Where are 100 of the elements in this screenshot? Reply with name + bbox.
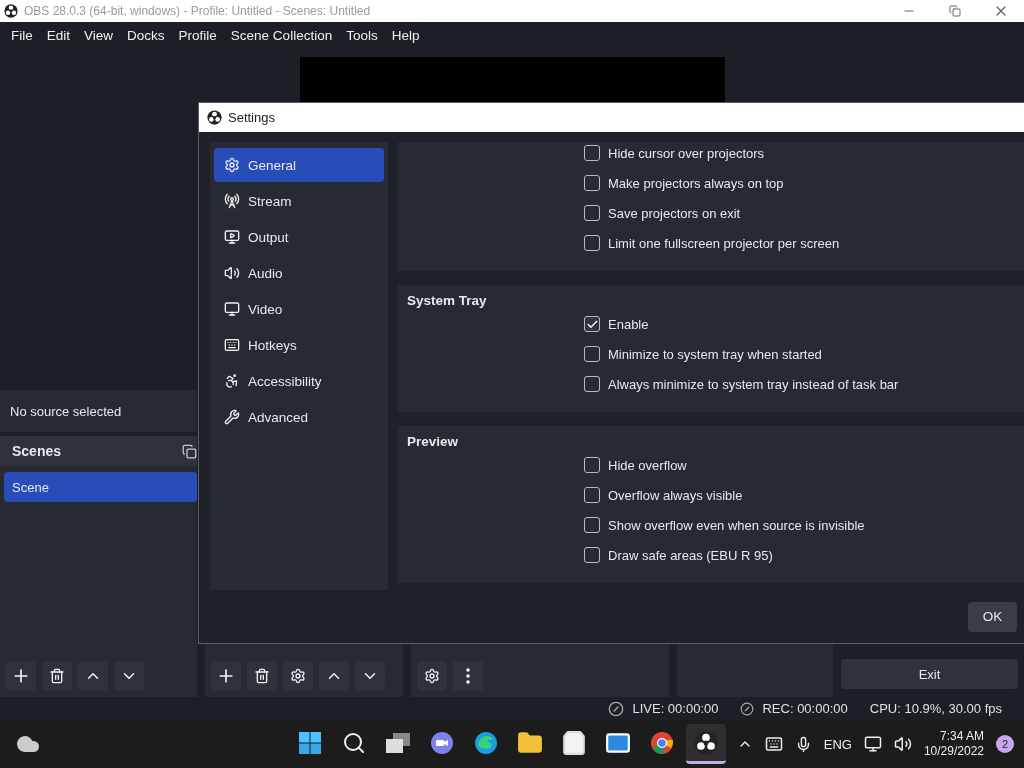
settings-button[interactable] <box>417 661 447 691</box>
option-label: Draw safe areas (EBU R 95) <box>608 547 773 563</box>
checkbox[interactable] <box>584 547 600 563</box>
undock-icon[interactable] <box>182 443 197 459</box>
screen-icon <box>224 229 240 245</box>
search-icon[interactable] <box>342 730 366 755</box>
menu-item[interactable]: Help <box>384 27 427 43</box>
nav-item[interactable]: Stream <box>214 184 384 218</box>
option-label: Limit one fullscreen projector per screen <box>608 235 840 251</box>
scene-item[interactable]: Scene <box>4 472 197 502</box>
option-label: Always minimize to system tray instead of task bar <box>608 376 899 392</box>
menu-item[interactable]: Scene Collection <box>223 27 340 43</box>
nav-item[interactable]: General <box>214 148 384 182</box>
checkbox[interactable] <box>584 517 600 533</box>
nav-item[interactable]: Audio <box>214 256 384 290</box>
browser-icon[interactable] <box>474 730 498 755</box>
checkbox[interactable] <box>584 145 600 161</box>
tools-icon <box>224 409 240 425</box>
nav-label: Accessibility <box>248 373 322 389</box>
language-indicator[interactable]: ENG <box>823 736 852 752</box>
add-button[interactable] <box>211 661 241 691</box>
nav-label: General <box>248 157 297 173</box>
keyboard-icon[interactable] <box>764 735 783 753</box>
option-label: Enable <box>608 316 649 332</box>
menu-item[interactable]: File <box>4 27 40 43</box>
monitor-icon <box>224 301 240 317</box>
gear-icon <box>290 668 306 684</box>
nav-item[interactable]: Output <box>214 220 384 254</box>
nav-item[interactable]: Accessibility <box>214 364 384 398</box>
move-down-button[interactable] <box>114 661 144 691</box>
option-label: Minimize to system tray when started <box>608 346 822 362</box>
chat-icon[interactable] <box>430 730 454 755</box>
option-label: Save projectors on exit <box>608 205 741 221</box>
group-title: Preview <box>406 434 460 450</box>
browser-icon[interactable] <box>650 730 674 755</box>
gear-icon <box>424 668 440 684</box>
nav-label: Audio <box>248 265 283 281</box>
trash-icon <box>254 668 270 684</box>
option-label: Overflow always visible <box>608 487 743 503</box>
clock-date[interactable]: 10/29/2022 <box>923 744 984 759</box>
restore-icon <box>949 5 961 17</box>
menu-item[interactable]: Edit <box>39 27 78 43</box>
menu-item[interactable]: Profile <box>171 27 224 43</box>
ok-button[interactable]: OK <box>968 601 1017 632</box>
checkbox[interactable] <box>584 175 600 191</box>
gear-icon <box>224 157 240 173</box>
nav-item[interactable]: Advanced <box>214 400 384 434</box>
settings-button[interactable] <box>283 661 313 691</box>
nav-item[interactable]: Video <box>214 292 384 326</box>
more-button[interactable] <box>453 661 483 691</box>
option-label: Show overflow even when source is invisible <box>608 517 865 533</box>
folder-icon[interactable] <box>517 729 543 756</box>
network-icon[interactable] <box>863 735 882 753</box>
source-status-text: No source selected <box>10 403 122 419</box>
menu-item[interactable]: Tools <box>339 27 385 43</box>
notification-badge[interactable]: 2 <box>996 735 1014 753</box>
menu-item[interactable]: Docks <box>120 27 172 43</box>
checkbox[interactable] <box>584 235 600 251</box>
live-time: LIVE: 00:00:00 <box>632 701 719 716</box>
windows-stack-icon[interactable] <box>385 731 411 754</box>
option-label: Hide cursor over projectors <box>608 145 765 161</box>
obs-logo-icon <box>4 4 18 18</box>
delete-button[interactable] <box>247 661 277 691</box>
option-label: Make projectors always on top <box>608 175 784 191</box>
option-label: Hide overflow <box>608 457 687 473</box>
window-title: OBS 28.0.3 (64-bit, windows) - Profile: Untitled - Scenes: Untitled <box>24 4 371 18</box>
checkbox[interactable] <box>584 487 600 503</box>
dialog-title: Settings <box>228 110 275 125</box>
nav-label: Hotkeys <box>248 337 297 353</box>
speaker-icon <box>224 265 240 281</box>
checkbox[interactable] <box>584 205 600 221</box>
move-down-button[interactable] <box>355 661 385 691</box>
add-button[interactable] <box>6 661 36 691</box>
rec-time: REC: 00:00:00 <box>762 701 848 716</box>
trash-icon <box>49 668 65 684</box>
checkbox[interactable] <box>584 457 600 473</box>
keyboard-icon <box>224 337 240 353</box>
cpu-stats: CPU: 10.9%, 30.00 fps <box>869 701 1002 716</box>
exit-button[interactable]: Exit <box>841 659 1018 689</box>
nav-label: Output <box>248 229 289 245</box>
delete-button[interactable] <box>42 661 72 691</box>
stream-off-icon <box>608 700 625 717</box>
dots-icon <box>466 668 470 684</box>
move-up-button[interactable] <box>319 661 349 691</box>
nav-label: Stream <box>248 193 292 209</box>
clock-time[interactable]: 7:34 AM <box>939 729 984 744</box>
checkbox[interactable] <box>584 316 600 332</box>
menu-item[interactable]: View <box>77 27 121 43</box>
move-up-button[interactable] <box>78 661 108 691</box>
volume-icon[interactable] <box>893 735 912 753</box>
antenna-icon <box>224 193 240 209</box>
nav-item[interactable]: Hotkeys <box>214 328 384 362</box>
record-off-icon <box>740 701 755 716</box>
dock-title: Scenes <box>12 443 62 459</box>
checkbox[interactable] <box>584 376 600 392</box>
checkbox[interactable] <box>584 346 600 362</box>
windows-icon[interactable] <box>298 730 322 755</box>
obs-logo-icon <box>694 730 718 755</box>
obs-logo-icon <box>207 110 222 125</box>
group-title: System Tray <box>406 293 488 309</box>
